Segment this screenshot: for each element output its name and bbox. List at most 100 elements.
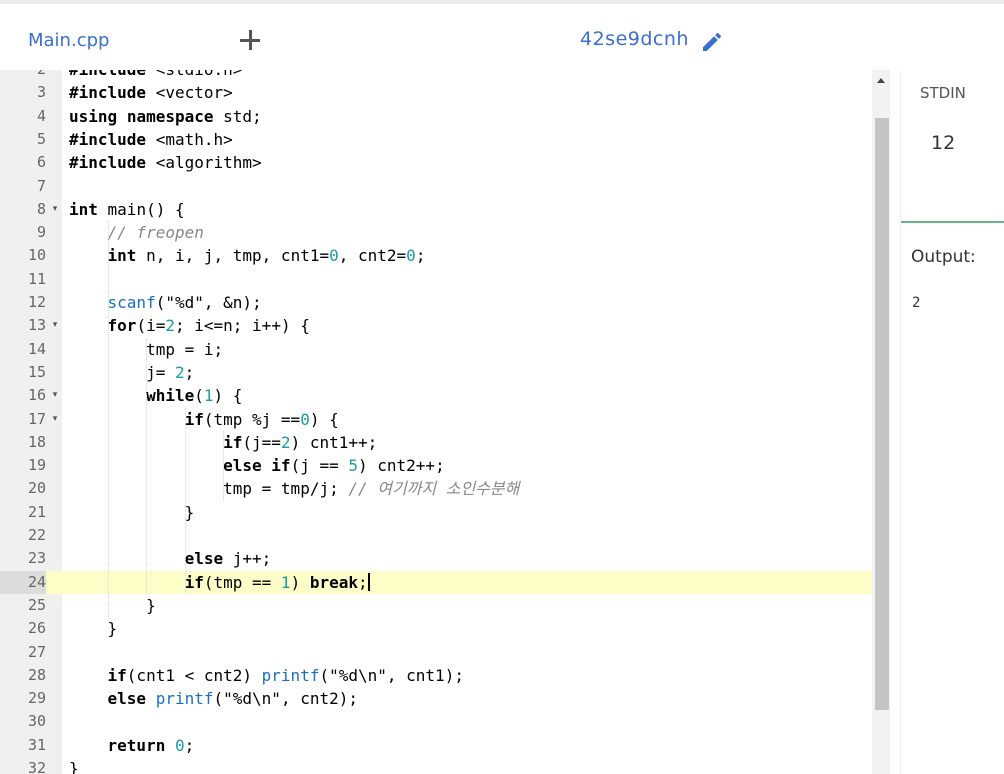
line-number: 12 xyxy=(27,293,46,311)
stdin-label: STDIN xyxy=(920,84,966,102)
line-number: 28 xyxy=(27,665,46,684)
code-text: scanf("%d", &n); xyxy=(107,293,262,312)
code-line[interactable]: 23 else j++; xyxy=(0,547,872,570)
code-text: while(1) { xyxy=(146,386,243,406)
code-line[interactable]: 21 } xyxy=(0,501,872,524)
panel-divider[interactable] xyxy=(901,221,1004,223)
io-panel: STDIN 12 Output: 2 xyxy=(900,70,1004,774)
code-text: for(i=2; i<=n; i++) { xyxy=(107,316,310,336)
tab-bar: Main.cpp 42se9dcnh xyxy=(0,0,1004,74)
code-text: j= 2; xyxy=(69,362,195,382)
code-line[interactable]: 15 j= 2; xyxy=(0,361,872,384)
fold-arrow-icon[interactable]: ▾ xyxy=(49,198,61,221)
code-text: return 0; xyxy=(107,735,195,755)
line-number: 6 xyxy=(36,153,46,172)
code-line[interactable]: 28 if(cnt1 < cnt2) printf("%d\n", cnt1); xyxy=(0,664,872,687)
code-line[interactable]: 11 xyxy=(0,268,872,291)
code-text: tmp = tmp/j; // 여기까지 소인수분해 xyxy=(69,479,520,499)
code-line[interactable]: 29 else printf("%d\n", cnt2); xyxy=(0,687,872,710)
line-number: 21 xyxy=(27,502,46,521)
line-number: 9 xyxy=(36,223,46,242)
project-name[interactable]: 42se9dcnh xyxy=(580,28,689,50)
code-line[interactable]: 7 xyxy=(0,175,872,198)
tab-label: Main.cpp xyxy=(28,30,110,51)
code-line[interactable]: 20 tmp = tmp/j; // 여기까지 소인수분해 xyxy=(0,477,872,500)
code-text: } xyxy=(69,619,118,639)
code-line[interactable]: 17 ▾ if(tmp %j ==0) { xyxy=(0,408,872,431)
code-text: int n, i, j, tmp, cnt1=0, cnt2=0; xyxy=(107,246,426,266)
code-line[interactable]: 31 return 0; xyxy=(0,734,872,757)
code-text: else if(j == 5) cnt2++; xyxy=(223,456,445,476)
line-number: 22 xyxy=(27,526,46,544)
code-line[interactable]: 25 } xyxy=(0,594,872,617)
code-line[interactable]: 4 using namespace std; xyxy=(0,105,872,128)
code-text: using namespace std; xyxy=(69,106,262,126)
code-line[interactable]: 6 #include <algorithm> xyxy=(0,151,872,174)
stdin-input[interactable]: 12 xyxy=(931,132,955,154)
code-line[interactable]: 2 #include <stdio.h> xyxy=(0,70,872,81)
scroll-up-arrow-icon[interactable] xyxy=(872,72,890,88)
line-number: 15 xyxy=(27,362,46,381)
code-line[interactable]: 32} xyxy=(0,757,872,774)
line-number: 23 xyxy=(27,549,46,568)
code-line[interactable]: 30 xyxy=(0,710,872,733)
code-line[interactable]: 3 #include <vector> xyxy=(0,81,872,104)
code-text: else printf("%d\n", cnt2); xyxy=(107,689,358,709)
code-line[interactable]: 27 xyxy=(0,641,872,664)
line-number: 32 xyxy=(27,759,46,774)
fold-arrow-icon[interactable]: ▾ xyxy=(49,314,61,337)
code-line[interactable]: 24 if(tmp == 1) break; xyxy=(0,570,872,594)
code-text: } xyxy=(69,502,195,522)
code-text: } xyxy=(69,759,79,774)
code-line[interactable]: 19 else if(j == 5) cnt2++; xyxy=(0,454,872,477)
scrollbar-thumb[interactable] xyxy=(875,118,889,710)
code-text: int main() { xyxy=(69,199,185,219)
line-number: 16 xyxy=(27,386,46,405)
line-number: 5 xyxy=(36,129,46,148)
code-text: // freopen xyxy=(107,223,204,243)
indent-guide xyxy=(223,430,225,501)
line-number: 26 xyxy=(27,619,46,638)
code-line[interactable]: 10 int n, i, j, tmp, cnt1=0, cnt2=0; xyxy=(0,244,872,267)
line-number: 17 xyxy=(27,409,46,428)
fold-arrow-icon[interactable]: ▾ xyxy=(49,384,61,407)
code-text: if(tmp == 1) break; xyxy=(184,572,370,592)
code-line[interactable]: 16 ▾ while(1) { xyxy=(0,384,872,407)
code-line[interactable]: 5 #include <math.h> xyxy=(0,128,872,151)
code-editor[interactable]: 2 #include <stdio.h> 3 #include <vector> 4 us… xyxy=(0,70,890,774)
fold-arrow-icon[interactable]: ▾ xyxy=(49,408,61,431)
line-number: 25 xyxy=(27,595,46,614)
code-line[interactable]: 8 ▾ int main() { xyxy=(0,198,872,221)
line-number: 10 xyxy=(27,246,46,265)
code-line[interactable]: 26 } xyxy=(0,617,872,640)
line-number: 7 xyxy=(36,176,46,195)
line-number: 3 xyxy=(36,83,46,102)
tab-main-cpp[interactable]: Main.cpp xyxy=(0,8,140,74)
code-text: if(tmp %j ==0) { xyxy=(184,409,339,429)
code-text: if(cnt1 < cnt2) printf("%d\n", cnt1); xyxy=(107,665,464,685)
line-number: 27 xyxy=(27,642,46,661)
code-text: } xyxy=(69,595,156,615)
output-text: 2 xyxy=(912,295,921,311)
line-number: 2 xyxy=(0,70,46,81)
code-text: else j++; xyxy=(184,549,272,569)
indent-guide xyxy=(146,337,148,594)
line-number: 13 xyxy=(27,316,46,335)
indent-guide xyxy=(107,221,109,618)
line-number: 18 xyxy=(27,432,46,451)
code-line[interactable]: 12 scanf("%d", &n); xyxy=(0,291,872,314)
code-line[interactable]: 13 ▾ for(i=2; i<=n; i++) { xyxy=(0,314,872,337)
line-number: 20 xyxy=(27,479,46,498)
code-text: #include <math.h> xyxy=(69,129,233,149)
plus-icon[interactable] xyxy=(236,26,264,54)
code-lines[interactable]: 2 #include <stdio.h> 3 #include <vector> 4 us… xyxy=(0,70,872,774)
code-text: #include <vector> xyxy=(69,83,233,103)
code-line[interactable]: 14 tmp = i; xyxy=(0,338,872,361)
output-label: Output: xyxy=(911,247,976,267)
line-number: 29 xyxy=(27,689,46,708)
code-line[interactable]: 22 xyxy=(0,524,872,547)
code-line[interactable]: 18 if(j==2) cnt1++; xyxy=(0,431,872,454)
line-number: 19 xyxy=(27,456,46,475)
code-line[interactable]: 9 // freopen xyxy=(0,221,872,244)
pencil-icon[interactable] xyxy=(700,30,724,54)
